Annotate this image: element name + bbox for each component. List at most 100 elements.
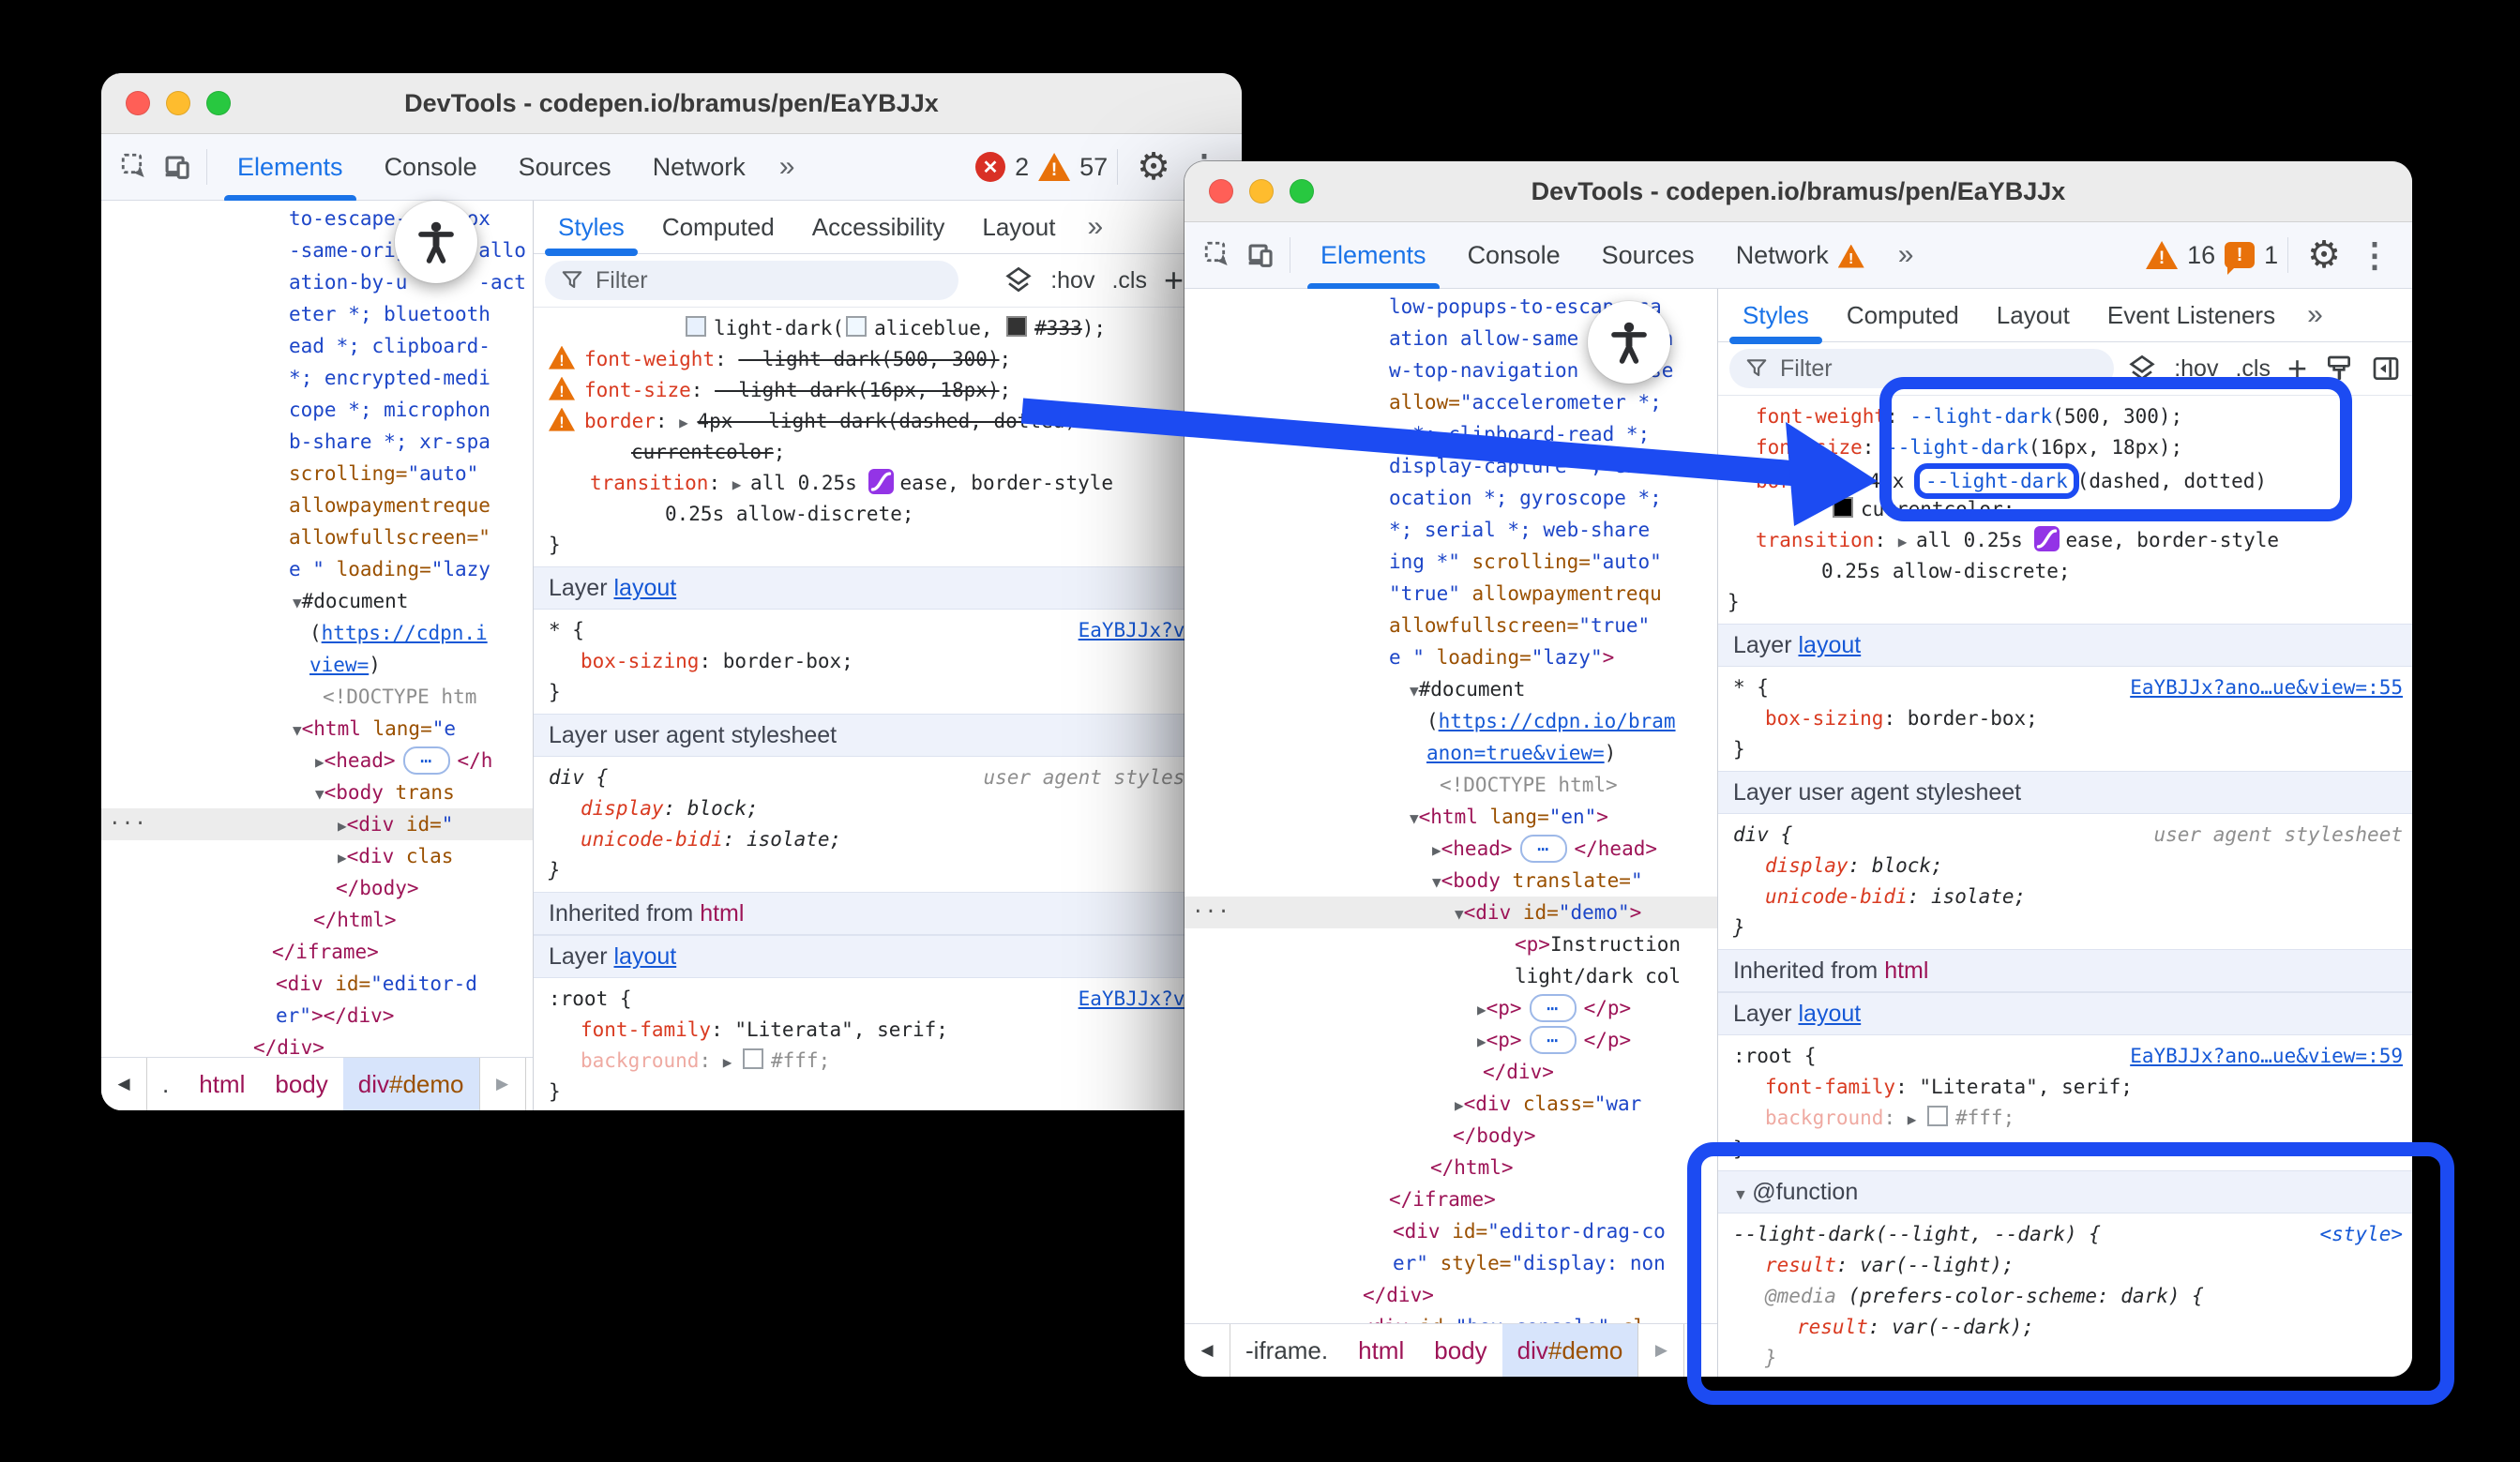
dom-tree-row[interactable]: ocation *; gyroscope *; — [1185, 482, 1717, 514]
style-declaration[interactable]: font-size: --light-dark(16px, 18px); — [1718, 432, 2412, 463]
style-declaration[interactable]: font-weight: --light-dark(500, 300); — [1718, 401, 2412, 432]
tab-elements[interactable]: Elements — [1300, 222, 1447, 288]
device-toolbar-icon[interactable] — [1239, 234, 1280, 276]
settings-icon[interactable]: ⚙ — [2298, 236, 2350, 274]
breadcrumb-item[interactable]: -iframe. — [1230, 1324, 1343, 1377]
sidebar-tab-layout[interactable]: Layout — [1978, 289, 2089, 341]
style-declaration[interactable]: } — [1718, 912, 2412, 943]
dom-tree-row[interactable]: </div> — [1185, 1279, 1717, 1311]
style-rule[interactable]: EaYBJJx?ano…ue&view=:55* {box-sizing: bo… — [1718, 667, 2412, 771]
style-rule[interactable]: user agent stylesheetdiv {display: block… — [1718, 814, 2412, 949]
dom-tree-row[interactable]: ▼#document — [101, 585, 533, 617]
style-declaration[interactable]: } — [1718, 1134, 2412, 1165]
status-badges[interactable]: ✕2!57 — [975, 152, 1108, 182]
dom-tree-row[interactable]: </html> — [101, 904, 533, 936]
format-styles-icon[interactable] — [2324, 354, 2354, 384]
style-declaration[interactable]: !border: ▶ 4px --light-dark(dashed, dott… — [534, 406, 1242, 437]
dom-tree-row[interactable]: <div id="editor-drag-co — [1185, 1215, 1717, 1247]
cascade-layers-icon[interactable] — [2127, 354, 2157, 384]
dom-tree-row[interactable]: <!DOCTYPE htm — [101, 681, 533, 713]
more-actions-gutter-icon[interactable]: ... — [1192, 890, 1230, 922]
zoom-button[interactable] — [206, 91, 231, 115]
dom-tree-row[interactable]: scrolling="auto" — [101, 458, 533, 490]
style-rule[interactable]: user agent stylesheetdiv {display: block… — [534, 757, 1242, 892]
style-declaration[interactable]: !font-weight: --light-dark(500, 300); — [534, 344, 1242, 375]
color-swatch[interactable] — [1927, 1106, 1948, 1126]
dom-tree-row[interactable]: (https://cdpn.i — [101, 617, 533, 649]
dom-tree-row[interactable]: to-escape-sandbox — [101, 203, 533, 234]
dom-tree-row[interactable]: er" style="display: non — [1185, 1247, 1717, 1279]
dom-tree-row[interactable]: </iframe> — [101, 936, 533, 968]
style-declaration[interactable]: 0.25s allow-discrete; — [1718, 556, 2412, 587]
easing-editor-icon[interactable] — [2034, 526, 2060, 551]
dom-tree-row[interactable]: anon=true&view=) — [1185, 737, 1717, 769]
dom-tree-row[interactable]: display-capture *; encr — [1185, 450, 1717, 482]
sidebar-tab-computed[interactable]: Computed — [1828, 289, 1978, 341]
dom-tree-row[interactable]: ation allow-same igin — [1185, 323, 1717, 354]
breadcrumb-scroll-right-button[interactable]: ▶ — [1637, 1324, 1684, 1377]
dom-tree-row[interactable]: b-share *; xr-spa — [101, 426, 533, 458]
dom-tree-row[interactable]: view=) — [101, 649, 533, 681]
color-swatch[interactable] — [686, 316, 706, 337]
style-rule[interactable]: font-weight: --light-dark(500, 300);font… — [1718, 396, 2412, 624]
breadcrumb-scroll-left-button[interactable]: ◀ — [1185, 1324, 1230, 1377]
dom-tree-row[interactable]: ▶<head>⋯</head> — [1185, 833, 1717, 865]
breadcrumb-item[interactable]: html — [184, 1058, 260, 1110]
style-declaration[interactable]: unicode-bidi: isolate; — [1718, 882, 2412, 912]
dom-tree-row[interactable]: (https://cdpn.io/bram — [1185, 705, 1717, 737]
sidebar-tab-computed[interactable]: Computed — [643, 201, 793, 253]
dom-tree-row[interactable]: ▶<p>⋯</p> — [1185, 1024, 1717, 1056]
breadcrumb-scroll-right-button[interactable]: ▶ — [479, 1058, 526, 1110]
tab-network[interactable]: Network — [632, 134, 766, 200]
tab-console[interactable]: Console — [1447, 222, 1581, 288]
more-options-icon[interactable]: ⋮ — [2350, 238, 2399, 272]
style-declaration[interactable]: box-sizing: border-box; — [1718, 703, 2412, 734]
style-declaration[interactable]: background: ▶ #fff; — [534, 1046, 1242, 1077]
tab-network[interactable]: Network! — [1715, 222, 1885, 288]
style-declaration[interactable]: } — [534, 855, 1242, 886]
dom-tree-row[interactable]: ▶<div id="box-console" cl — [1185, 1311, 1717, 1324]
breadcrumb-item[interactable]: body — [260, 1058, 342, 1110]
stylesheet-source-link[interactable]: <style> — [2319, 1219, 2403, 1250]
breadcrumb-item[interactable]: body — [1419, 1324, 1501, 1377]
expand-children-icon[interactable]: ⋯ — [1530, 994, 1577, 1022]
dom-tree-row[interactable]: light/dark col — [1185, 960, 1717, 992]
style-declaration[interactable]: } — [1718, 1374, 2412, 1377]
warning-count-icon[interactable]: ! — [2146, 241, 2178, 269]
style-declaration[interactable]: } — [534, 677, 1242, 708]
dom-tree-row[interactable]: ▼<html lang="en"> — [1185, 801, 1717, 833]
style-rule[interactable]: <style>--light-dark(--light, --dark) {re… — [1718, 1213, 2412, 1377]
dom-tree-row[interactable]: -same-orig allo — [101, 234, 533, 266]
dom-tree-row[interactable]: allowpaymentreque — [101, 490, 533, 521]
tab-sources[interactable]: Sources — [498, 134, 632, 200]
color-swatch[interactable] — [846, 316, 867, 337]
stylesheet-source-link[interactable]: EaYBJJx?ano…ue&view=:55 — [2130, 672, 2403, 703]
color-swatch[interactable] — [1006, 316, 1027, 337]
dom-tree-row[interactable]: </body> — [101, 872, 533, 904]
dom-tree-row[interactable]: </iframe> — [1185, 1183, 1717, 1215]
dom-tree-row[interactable]: eter *; bluetooth — [101, 298, 533, 330]
dom-tree-row[interactable]: </div> — [1185, 1056, 1717, 1088]
layer-link[interactable]: layout — [1798, 1001, 1861, 1027]
dom-tree-row[interactable]: a *; clipboard-read *; — [1185, 418, 1717, 450]
dom-tree-row[interactable]: *; serial *; web-share — [1185, 514, 1717, 546]
dom-tree-row[interactable]: allowfullscreen="true" — [1185, 610, 1717, 641]
style-declaration[interactable]: light-dark(aliceblue, #333); — [534, 313, 1242, 344]
dom-tree-row[interactable]: er"></div> — [101, 1000, 533, 1032]
dom-tree-row[interactable]: </html> — [1185, 1152, 1717, 1183]
dom-tree-row[interactable]: cope *; microphon — [101, 394, 533, 426]
close-button[interactable] — [1209, 179, 1233, 203]
new-style-rule-button[interactable]: +▾ — [2287, 352, 2307, 385]
dom-tree-row[interactable]: allow="accelerometer *; — [1185, 386, 1717, 418]
tab-elements[interactable]: Elements — [217, 134, 364, 200]
dom-tree-row[interactable]: ▶<div clas — [101, 840, 533, 872]
toggle-element-state-button[interactable]: :hov — [2174, 355, 2218, 383]
dom-tree-row[interactable]: low-popups-to-escape-sa — [1185, 291, 1717, 323]
expand-children-icon[interactable]: ⋯ — [1520, 835, 1567, 863]
sidebar-tab-layout[interactable]: Layout — [963, 201, 1074, 253]
expand-children-icon[interactable]: ⋯ — [403, 746, 450, 775]
expand-children-icon[interactable]: ⋯ — [1530, 1026, 1577, 1054]
style-declaration[interactable]: display: block; — [1718, 851, 2412, 882]
filter-input[interactable]: Filter — [545, 261, 958, 300]
sidebar-tab-accessibility[interactable]: Accessibility — [793, 201, 964, 253]
